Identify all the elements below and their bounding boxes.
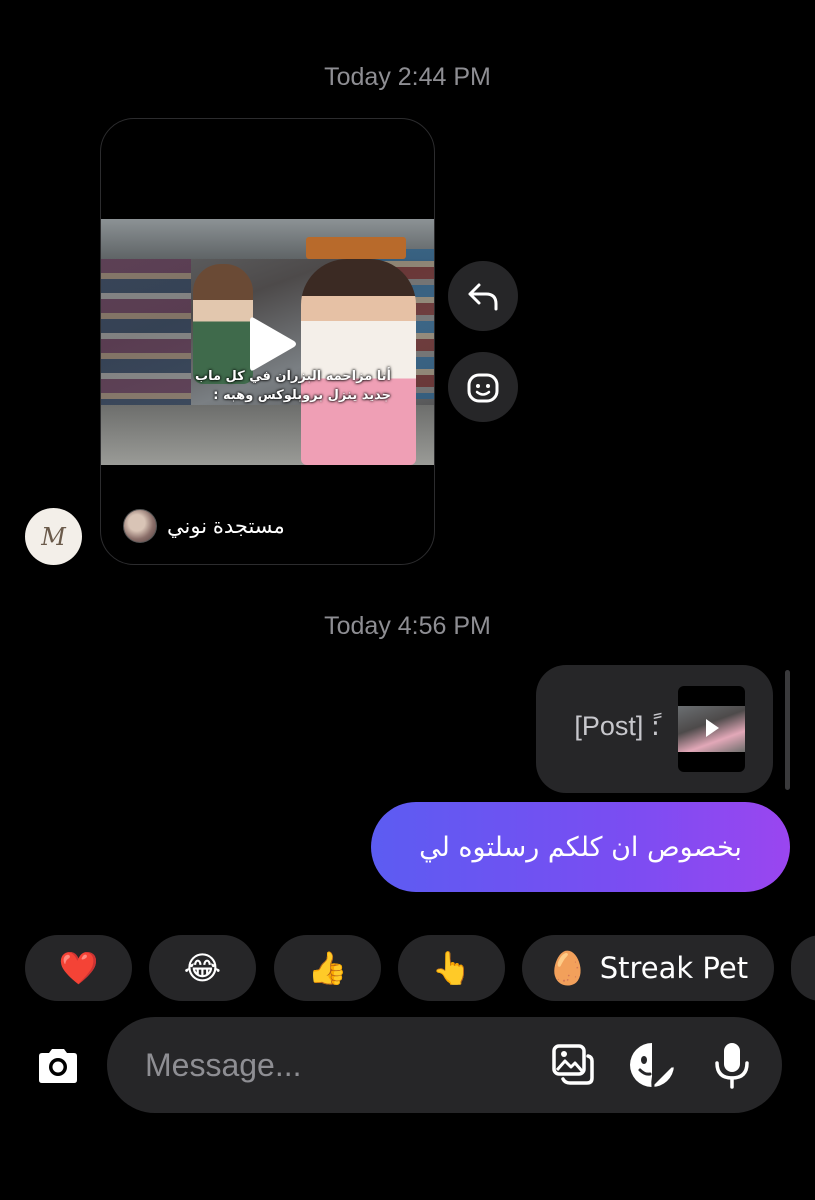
- quick-reactions-bar: ❤️ 😂 👍 👆 🥚 Streak Pet: [0, 935, 815, 1001]
- timestamp: Today 2:44 PM: [324, 63, 491, 91]
- reaction-pointing-up-button[interactable]: 👆: [398, 935, 505, 1001]
- shared-reel-card[interactable]: أنا مزاحمه البزران في كل ماب جديد ينزل ب…: [100, 118, 435, 565]
- timestamp: Today 4:56 PM: [324, 612, 491, 640]
- gallery-icon: [552, 1044, 594, 1085]
- smiley-icon: [467, 373, 499, 403]
- play-icon: [706, 719, 719, 737]
- reaction-laugh-button[interactable]: 😂: [149, 935, 256, 1001]
- thumbs-up-icon: 👍: [307, 949, 348, 987]
- sticker-button[interactable]: [627, 1040, 677, 1090]
- pointing-up-icon: 👆: [431, 949, 472, 987]
- streak-pet-button[interactable]: 🥚 Streak Pet: [522, 935, 774, 1001]
- scrollbar[interactable]: [785, 670, 790, 790]
- voice-message-button[interactable]: [707, 1040, 757, 1090]
- outgoing-message-text: بخصوص ان كلكم رسلتوه لي: [419, 831, 742, 863]
- reel-author-name: مستجدة نوني: [167, 514, 285, 538]
- reel-author-avatar: [123, 509, 157, 543]
- play-icon[interactable]: [246, 314, 298, 374]
- sticker-icon: [630, 1043, 675, 1088]
- laughing-face-icon: 😂: [183, 949, 222, 987]
- sender-avatar[interactable]: M: [25, 508, 82, 565]
- reaction-thumbs-up-button[interactable]: 👍: [274, 935, 381, 1001]
- streak-pet-label: Streak Pet: [599, 951, 749, 985]
- reel-author-row[interactable]: مستجدة نوني: [123, 509, 285, 543]
- post-label: [Post] :ً: [574, 711, 660, 741]
- reply-icon: [468, 283, 498, 311]
- egg-icon: 🥚: [547, 949, 588, 987]
- reel-thumbnail[interactable]: أنا مزاحمه البزران في كل ماب جديد ينزل ب…: [101, 219, 434, 465]
- message-composer: [107, 1017, 782, 1113]
- reaction-heart-button[interactable]: ❤️: [25, 935, 132, 1001]
- react-button[interactable]: [448, 352, 518, 422]
- camera-icon: [39, 1049, 77, 1083]
- camera-button[interactable]: [30, 1038, 86, 1094]
- sender-avatar-initial: M: [41, 522, 66, 551]
- post-thumbnail[interactable]: [678, 686, 745, 772]
- heart-icon: ❤️: [58, 949, 99, 987]
- gallery-button[interactable]: [549, 1040, 599, 1090]
- chat-screen: Today 2:44 PM أنا مزاحمه البزران في كل م…: [0, 0, 815, 1200]
- reply-button[interactable]: [448, 261, 518, 331]
- microphone-icon: [715, 1043, 749, 1089]
- message-input[interactable]: [145, 1017, 525, 1113]
- outgoing-message-bubble[interactable]: بخصوص ان كلكم رسلتوه لي: [371, 802, 790, 892]
- reaction-more-button[interactable]: [791, 935, 815, 1001]
- reel-caption-line: جديد ينزل بروبلوكس وهبه :: [213, 388, 391, 403]
- shared-post-bubble[interactable]: [Post] :ً: [536, 665, 773, 793]
